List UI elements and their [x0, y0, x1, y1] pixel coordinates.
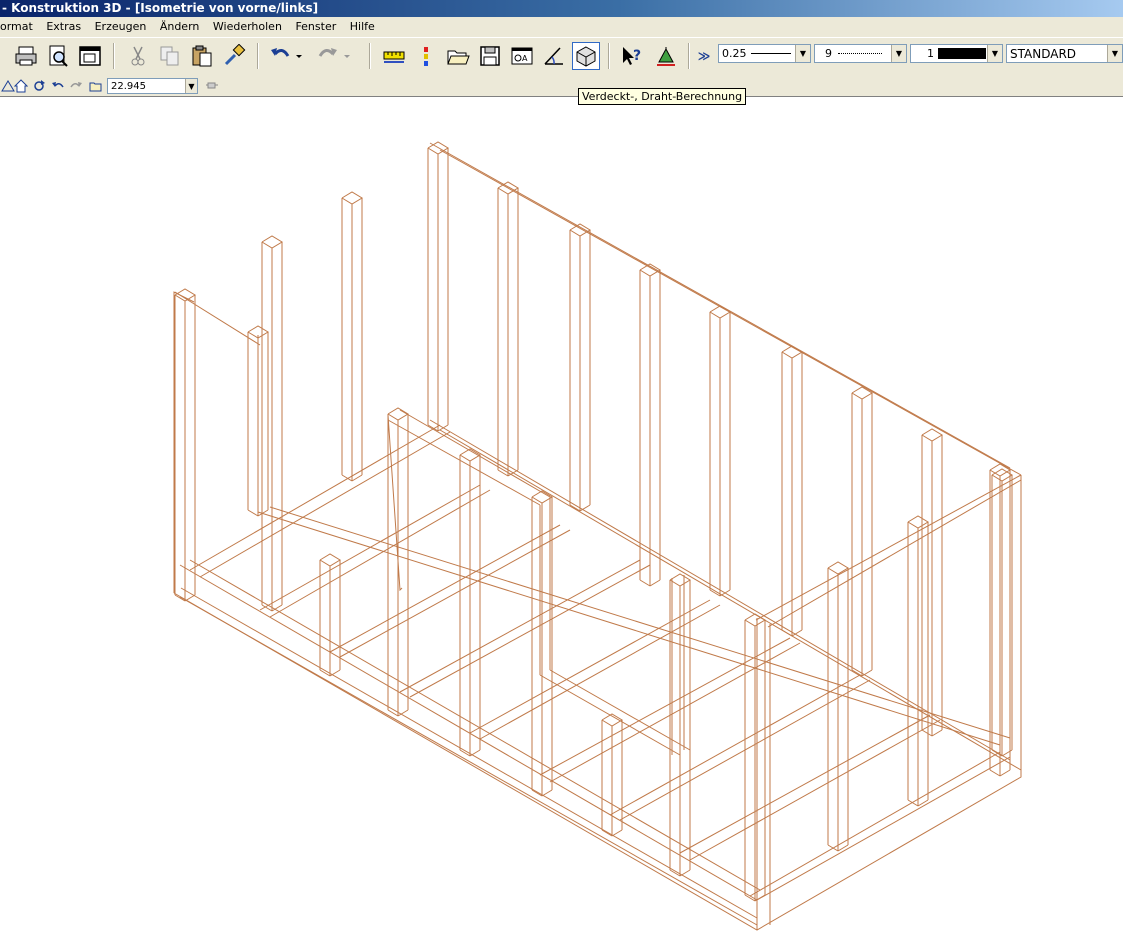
- color-swatch: [938, 48, 986, 59]
- rotate-icon[interactable]: [31, 78, 47, 94]
- window-icon[interactable]: [76, 42, 104, 70]
- hidden-line-icon[interactable]: [572, 42, 600, 70]
- pin-icon[interactable]: [204, 78, 220, 94]
- home-icon[interactable]: [13, 78, 29, 94]
- toolbar-separator: [688, 43, 690, 69]
- menu-bar: ormat Extras Erzeugen Ändern Wiederholen…: [0, 17, 1123, 37]
- redo-small-icon[interactable]: [68, 78, 84, 94]
- menu-extras[interactable]: Extras: [41, 17, 86, 37]
- wireframe-model: [173, 141, 1022, 931]
- menu-aendern[interactable]: Ändern: [155, 17, 205, 37]
- menu-hilfe[interactable]: Hilfe: [345, 17, 380, 37]
- tooltip: Verdeckt-, Draht-Berechnung: [578, 88, 747, 105]
- secondary-toolbar: 22.945 ▼: [0, 75, 1123, 97]
- menu-fenster[interactable]: Fenster: [290, 17, 341, 37]
- menu-erzeugen[interactable]: Erzeugen: [90, 17, 152, 37]
- open-folder-icon[interactable]: [444, 42, 472, 70]
- pen-thickness-select[interactable]: 0.25 ▼: [718, 44, 811, 63]
- coordinate-input[interactable]: 22.945 ▼: [107, 78, 198, 94]
- color-select[interactable]: 1 ▼: [910, 44, 1003, 63]
- copy-icon[interactable]: [156, 42, 184, 70]
- folder-small-icon[interactable]: [88, 78, 104, 94]
- window-title: - Konstruktion 3D - [Isometrie von vorne…: [0, 0, 1123, 17]
- print-preview-icon[interactable]: [44, 42, 72, 70]
- undo-icon[interactable]: [266, 42, 294, 70]
- toolbar-chevron-icon[interactable]: ≫: [694, 42, 714, 70]
- toolbar-separator: [257, 43, 259, 69]
- chevron-down-icon[interactable]: ▼: [795, 45, 810, 62]
- style-select[interactable]: STANDARD ▼: [1006, 44, 1123, 63]
- line-sample: [838, 53, 882, 54]
- chevron-down-icon[interactable]: ▼: [185, 79, 197, 93]
- line-sample: [750, 53, 791, 54]
- chevron-down-icon[interactable]: ▼: [1107, 45, 1122, 62]
- svg-text:?: ?: [633, 48, 641, 64]
- drawing-canvas[interactable]: [0, 98, 1123, 948]
- paste-icon[interactable]: [188, 42, 216, 70]
- measure-icon[interactable]: [652, 42, 680, 70]
- toolbar-separator: [113, 43, 115, 69]
- ruler-icon[interactable]: [380, 42, 408, 70]
- undo-small-icon[interactable]: [50, 78, 66, 94]
- cut-icon[interactable]: [124, 42, 152, 70]
- main-toolbar: A ? ≫ 0.25 ▼ 9 ▼ 1 ▼ STANDARD ▼: [0, 37, 1123, 75]
- menu-wiederholen[interactable]: Wiederholen: [208, 17, 287, 37]
- toolbar-separator: [608, 43, 610, 69]
- layer-icon[interactable]: [412, 42, 440, 70]
- undo-dropdown-icon[interactable]: [292, 42, 306, 70]
- line-type-select[interactable]: 9 ▼: [814, 44, 907, 63]
- print-icon[interactable]: [12, 42, 40, 70]
- redo-dropdown-icon[interactable]: [340, 42, 354, 70]
- svg-text:A: A: [522, 54, 528, 63]
- toolbar-separator: [369, 43, 371, 69]
- save-icon[interactable]: [476, 42, 504, 70]
- view-icon[interactable]: A: [508, 42, 536, 70]
- angle-icon[interactable]: [540, 42, 568, 70]
- redo-icon[interactable]: [314, 42, 342, 70]
- help-arrow-icon[interactable]: ?: [618, 42, 646, 70]
- format-brush-icon[interactable]: [220, 42, 248, 70]
- chevron-down-icon[interactable]: ▼: [987, 45, 1002, 62]
- chevron-down-icon[interactable]: ▼: [891, 45, 906, 62]
- menu-format[interactable]: ormat: [0, 17, 38, 37]
